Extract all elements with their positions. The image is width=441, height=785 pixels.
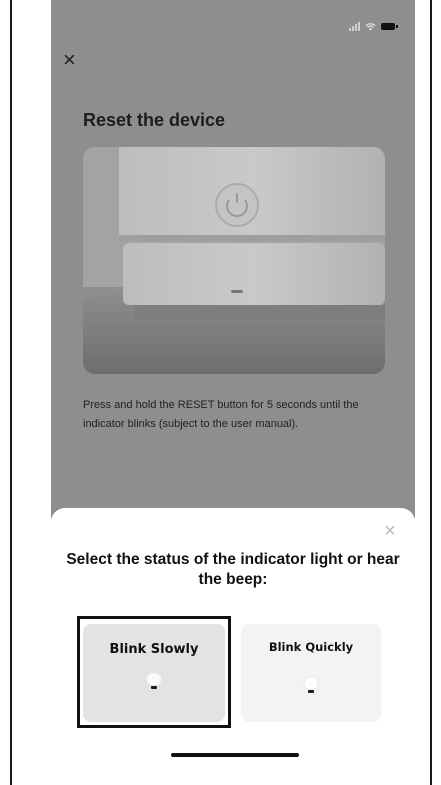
battery-icon (381, 23, 398, 30)
page-title: Reset the device (83, 110, 226, 130)
status-selection-sheet: × Select the status of the indicator lig… (51, 508, 415, 785)
phone-screen: × Reset the device Press and hold the RE… (51, 0, 415, 785)
blink-slowly-option[interactable]: Blink Slowly (83, 624, 225, 722)
blink-quickly-option[interactable]: Blink Quickly (241, 624, 381, 722)
device-illustration (83, 147, 385, 374)
wifi-icon (365, 22, 376, 31)
background-overlay[interactable]: × Reset the device Press and hold the RE… (51, 0, 415, 518)
close-icon[interactable]: × (381, 521, 399, 541)
home-indicator (171, 753, 299, 757)
sheet-title: Select the status of the indicator light… (66, 551, 400, 588)
option-label: Blink Slowly (109, 642, 199, 657)
device-power-button-icon (215, 183, 259, 227)
close-icon[interactable]: × (63, 49, 83, 71)
status-bar (349, 22, 398, 31)
bulb-icon (147, 673, 161, 689)
device-photo (83, 147, 385, 374)
bulb-icon (303, 676, 319, 693)
option-label: Blink Quickly (268, 640, 354, 654)
instruction-text: Press and hold the RESET button for 5 se… (83, 399, 359, 430)
signal-icon (349, 22, 360, 31)
